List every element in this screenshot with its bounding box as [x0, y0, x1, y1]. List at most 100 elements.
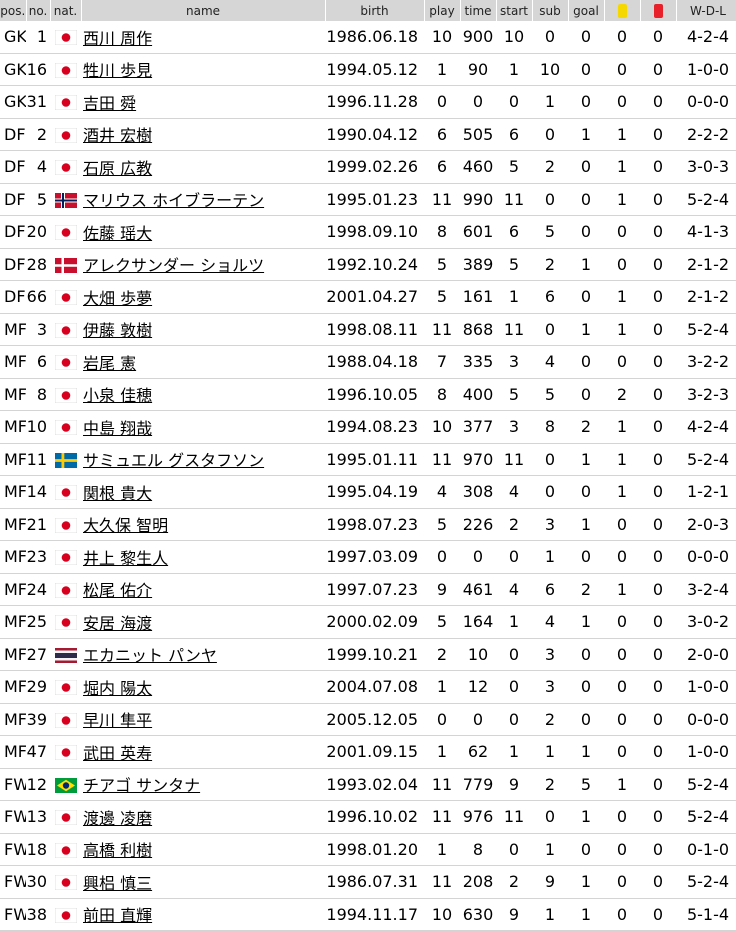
player-name-link[interactable]: 早川 隼平 — [83, 711, 152, 730]
header-red-card[interactable] — [640, 0, 677, 21]
table-row: MF 6 岩尾 憲 1988.04.18 7 335 3 4 0 0 0 3-2-2 — [0, 345, 736, 379]
table-row: MF 23 井上 黎生人 1997.03.09 0 0 0 1 0 0 0 0-0-0 — [0, 540, 736, 574]
time-cell: 164 — [460, 605, 496, 639]
player-name-link[interactable]: 小泉 佳穂 — [83, 386, 152, 405]
player-name-link[interactable]: 松尾 佑介 — [83, 581, 152, 600]
player-name-link[interactable]: 前田 直輝 — [83, 906, 152, 925]
start-cell: 5 — [496, 248, 532, 281]
player-name-link[interactable]: 西川 周作 — [83, 29, 152, 48]
pos-cell: GK — [0, 53, 26, 86]
birth-cell: 1999.10.21 — [325, 638, 424, 671]
player-name-link[interactable]: 佐藤 瑶大 — [83, 224, 152, 243]
player-name-link[interactable]: アレクサンダー ショルツ — [83, 256, 264, 275]
birth-cell: 1998.09.10 — [325, 215, 424, 249]
sub-cell: 3 — [532, 508, 568, 541]
yellow-cards-cell: 1 — [604, 118, 640, 151]
goal-cell: 0 — [568, 150, 604, 184]
goal-cell: 0 — [568, 378, 604, 411]
player-name-link[interactable]: 牲川 歩見 — [83, 61, 152, 80]
table-body: GK 1 西川 周作 1986.06.18 10 900 10 0 0 0 0 4-2-4 GK 16 牲川… — [0, 21, 736, 931]
header-no[interactable]: no. — [26, 0, 51, 21]
start-cell: 2 — [496, 508, 532, 541]
table-row: FW38前田 直輝1994.11.1710630911005-1-4 — [0, 898, 736, 931]
goal-cell: 5 — [568, 768, 604, 801]
sub-cell: 4 — [532, 605, 568, 639]
nationality-cell — [50, 85, 81, 119]
player-name-link[interactable]: 渡邊 凌磨 — [83, 809, 152, 828]
goal-cell: 0 — [568, 703, 604, 736]
pos-cell: MF — [0, 410, 26, 444]
header-yellow-card[interactable] — [604, 0, 641, 21]
player-name-link[interactable]: 石原 広教 — [83, 159, 152, 178]
player-name-link[interactable]: 高橋 利樹 — [83, 841, 152, 860]
player-name-link[interactable]: 関根 貴大 — [83, 484, 152, 503]
japan-flag-icon — [54, 517, 77, 533]
player-name-link[interactable]: 吉田 舜 — [83, 94, 136, 113]
time-cell: 630 — [460, 898, 496, 931]
time-cell: 161 — [460, 280, 496, 314]
time-cell: 12 — [460, 670, 496, 704]
red-cards-cell: 0 — [640, 898, 676, 931]
nationality-cell — [50, 898, 81, 931]
player-name-cell: 興梠 慎三 — [81, 865, 325, 899]
yellow-cards-cell: 0 — [604, 833, 640, 866]
time-cell: 0 — [460, 703, 496, 736]
goal-cell: 1 — [568, 898, 604, 931]
red-cards-cell: 0 — [640, 313, 676, 346]
wdl-cell: 2-1-2 — [676, 248, 736, 281]
start-cell: 9 — [496, 768, 532, 801]
japan-flag-icon — [54, 30, 77, 46]
player-name-link[interactable]: 伊藤 敦樹 — [83, 321, 152, 340]
player-name-link[interactable]: 中島 翔哉 — [83, 419, 152, 438]
time-cell: 976 — [460, 800, 496, 834]
player-name-link[interactable]: 井上 黎生人 — [83, 549, 168, 568]
play-cell: 1 — [424, 833, 460, 866]
yellow-cards-cell: 1 — [604, 150, 640, 184]
player-name-cell: 岩尾 憲 — [81, 345, 325, 379]
player-name-link[interactable]: 岩尾 憲 — [83, 354, 136, 373]
play-cell: 11 — [424, 800, 460, 834]
table-row: DF 5 マリウス ホイブラーテン 1995.01.23 11 990 11 0 0 1 0 5-2-… — [0, 183, 736, 216]
header-nat[interactable]: nat. — [50, 0, 82, 21]
start-cell: 5 — [496, 378, 532, 411]
time-cell: 389 — [460, 248, 496, 281]
no-cell: 16 — [26, 53, 50, 86]
sub-cell: 1 — [532, 898, 568, 931]
start-cell: 0 — [496, 833, 532, 866]
player-name-link[interactable]: エカニット パンヤ — [83, 646, 217, 665]
player-name-link[interactable]: サミュエル グスタフソン — [83, 451, 264, 470]
start-cell: 4 — [496, 475, 532, 509]
player-name-link[interactable]: チアゴ サンタナ — [83, 776, 200, 795]
header-time[interactable]: time — [460, 0, 497, 21]
player-name-link[interactable]: 武田 英寿 — [83, 744, 152, 763]
table-row: MF 10 中島 翔哉 1994.08.23 10 377 3 8 2 1 0 4-2-4 — [0, 410, 736, 444]
header-name[interactable]: name — [81, 0, 326, 21]
header-sub[interactable]: sub — [532, 0, 569, 21]
player-name-link[interactable]: マリウス ホイブラーテン — [83, 191, 264, 210]
player-name-link[interactable]: 安居 海渡 — [83, 614, 152, 633]
player-name-link[interactable]: 大畑 歩夢 — [83, 289, 152, 308]
player-name-cell: 西川 周作 — [81, 21, 325, 54]
header-goal[interactable]: goal — [568, 0, 605, 21]
header-start[interactable]: start — [496, 0, 533, 21]
japan-flag-icon — [54, 322, 77, 338]
japan-flag-icon — [54, 387, 77, 403]
player-name-cell: 前田 直輝 — [81, 898, 325, 931]
header-birth[interactable]: birth — [325, 0, 425, 21]
player-name-link[interactable]: 堀内 陽太 — [83, 679, 152, 698]
player-stats-table: pos. no. nat. name birth play time start… — [0, 0, 736, 931]
player-name-cell: 早川 隼平 — [81, 703, 325, 736]
player-name-cell: 酒井 宏樹 — [81, 118, 325, 151]
red-cards-cell: 0 — [640, 150, 676, 184]
player-name-link[interactable]: 大久保 智明 — [83, 516, 168, 535]
header-pos[interactable]: pos. — [0, 0, 27, 21]
play-cell: 0 — [424, 85, 460, 119]
player-name-link[interactable]: 興梠 慎三 — [83, 874, 152, 893]
japan-flag-icon — [54, 680, 77, 696]
header-wdl[interactable]: W-D-L — [676, 0, 736, 21]
yellow-cards-cell: 1 — [604, 280, 640, 314]
table-row: DF 4 石原 広教 1999.02.26 6 460 5 2 0 1 0 3-0-3 — [0, 150, 736, 184]
player-name-link[interactable]: 酒井 宏樹 — [83, 126, 152, 145]
play-cell: 5 — [424, 248, 460, 281]
header-play[interactable]: play — [424, 0, 461, 21]
